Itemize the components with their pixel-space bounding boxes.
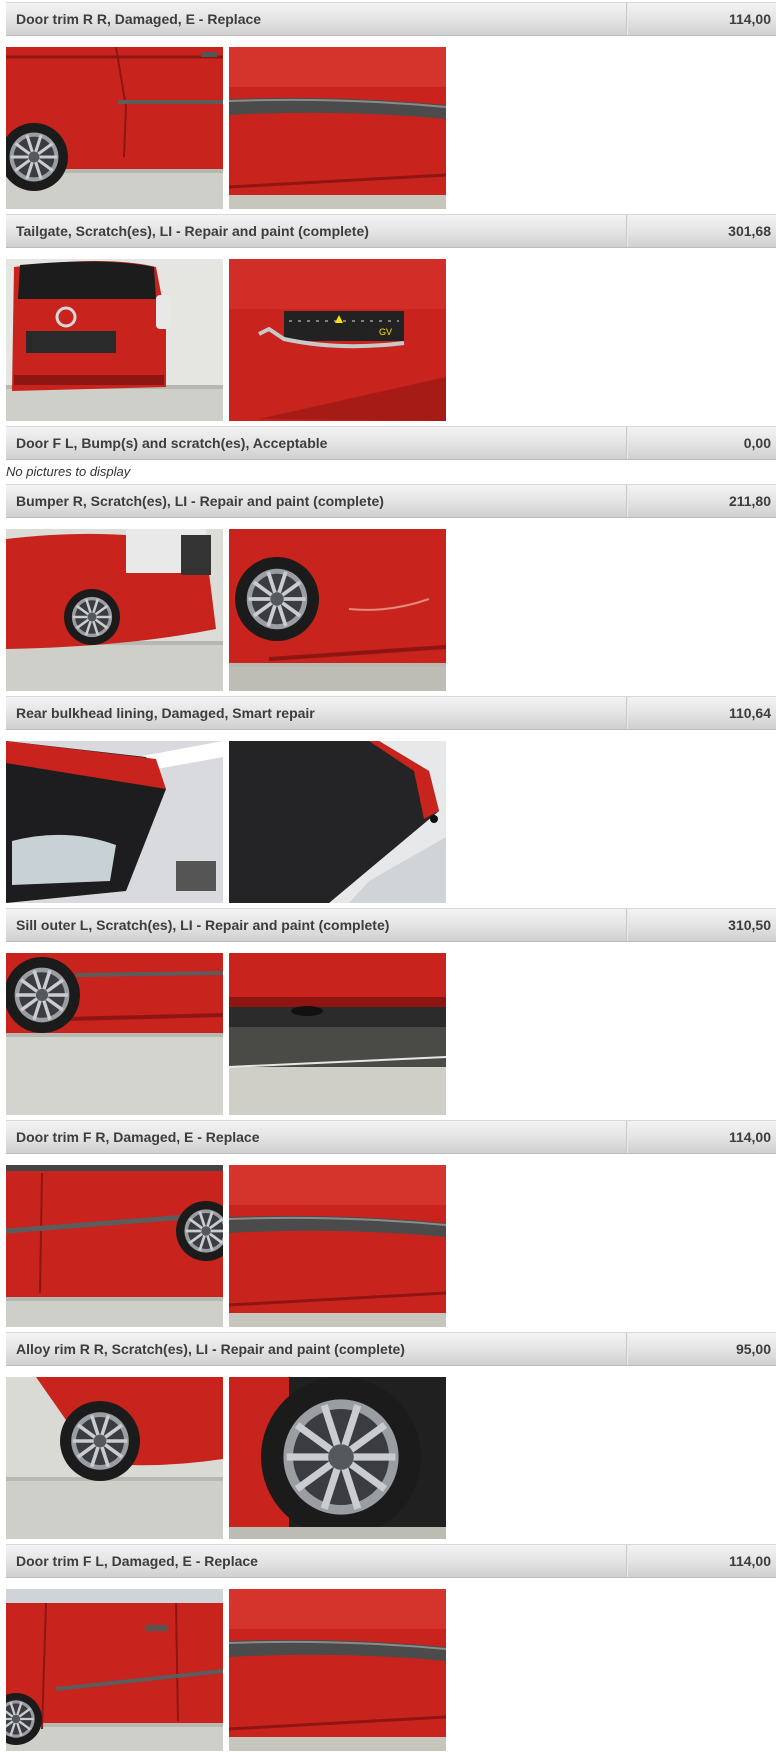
damage-item-header: Door trim F L, Damaged, E - Replace 114,0… [6, 1544, 776, 1578]
damage-description: Rear bulkhead lining, Damaged, Smart rep… [16, 705, 315, 721]
repair-cost: 0,00 [743, 435, 771, 451]
damage-photo [6, 1589, 223, 1751]
damage-photo [229, 741, 446, 903]
damage-photo-thumbnail[interactable]: GV [229, 259, 446, 421]
damage-item-header: Bumper R, Scratch(es), LI - Repair and p… [6, 484, 776, 518]
damage-description: Door F L, Bump(s) and scratch(es), Accep… [16, 435, 328, 451]
column-divider [626, 909, 628, 941]
damage-photo-thumbnail[interactable] [6, 259, 223, 421]
column-divider [626, 1545, 628, 1577]
damage-item-header: Alloy rim R R, Scratch(es), LI - Repair … [6, 1332, 776, 1366]
damage-photo [6, 1377, 223, 1539]
damage-photo [6, 1165, 223, 1327]
damage-description: Tailgate, Scratch(es), LI - Repair and p… [16, 223, 369, 239]
damage-photo-thumbnail[interactable] [6, 1589, 223, 1751]
damage-photo-thumbnail[interactable] [6, 741, 223, 903]
damage-photo-thumbnail[interactable] [6, 1377, 223, 1539]
damage-item-header: Tailgate, Scratch(es), LI - Repair and p… [6, 214, 776, 248]
damage-photo [6, 529, 223, 691]
repair-cost: 211,80 [728, 493, 771, 509]
damage-photo [229, 1589, 446, 1751]
damage-photo [229, 953, 446, 1115]
damage-photo [6, 47, 223, 209]
svg-text:GV: GV [379, 327, 392, 337]
column-divider [626, 1333, 628, 1365]
column-divider [626, 427, 628, 459]
repair-cost: 310,50 [728, 917, 771, 933]
damage-photo-thumbnail[interactable] [6, 47, 223, 209]
no-pictures-message: No pictures to display [6, 464, 131, 479]
repair-cost: 301,68 [728, 223, 771, 239]
damage-photo-thumbnail[interactable] [229, 529, 446, 691]
damage-photo [6, 259, 223, 421]
damage-photo [6, 953, 223, 1115]
damage-photo-thumbnail[interactable] [229, 953, 446, 1115]
repair-cost: 114,00 [728, 1553, 771, 1569]
column-divider [626, 3, 628, 35]
damage-description: Bumper R, Scratch(es), LI - Repair and p… [16, 493, 384, 509]
damage-photo [229, 47, 446, 209]
damage-photo-thumbnail[interactable] [6, 953, 223, 1115]
damage-photo: GV [229, 259, 446, 421]
damage-item-header: Door trim R R, Damaged, E - Replace 114,0… [6, 2, 776, 36]
damage-photo-thumbnail[interactable] [6, 1165, 223, 1327]
damage-photo-thumbnail[interactable] [6, 529, 223, 691]
damage-description: Door trim F L, Damaged, E - Replace [16, 1553, 258, 1569]
damage-photo [229, 1377, 446, 1539]
damage-description: Alloy rim R R, Scratch(es), LI - Repair … [16, 1341, 405, 1357]
damage-photo-thumbnail[interactable] [229, 741, 446, 903]
repair-cost: 114,00 [728, 1129, 771, 1145]
damage-description: Door trim R R, Damaged, E - Replace [16, 11, 262, 27]
column-divider [626, 215, 628, 247]
damage-item-header: Rear bulkhead lining, Damaged, Smart rep… [6, 696, 776, 730]
damage-photo [6, 741, 223, 903]
damage-photo-thumbnail[interactable] [229, 1165, 446, 1327]
damage-description: Sill outer L, Scratch(es), LI - Repair a… [16, 917, 390, 933]
damage-item-header: Sill outer L, Scratch(es), LI - Repair a… [6, 908, 776, 942]
column-divider [626, 697, 628, 729]
damage-photo-thumbnail[interactable] [229, 1589, 446, 1751]
damage-photo-thumbnail[interactable] [229, 1377, 446, 1539]
damage-photo [229, 529, 446, 691]
repair-cost: 95,00 [735, 1341, 771, 1357]
damage-item-header: Door F L, Bump(s) and scratch(es), Accep… [6, 426, 776, 460]
damage-photo [229, 1165, 446, 1327]
column-divider [626, 485, 628, 517]
damage-photo-thumbnail[interactable] [229, 47, 446, 209]
damage-item-header: Door trim F R, Damaged, E - Replace 114,0… [6, 1120, 776, 1154]
column-divider [626, 1121, 628, 1153]
repair-cost: 110,64 [728, 705, 771, 721]
damage-description: Door trim F R, Damaged, E - Replace [16, 1129, 260, 1145]
repair-cost: 114,00 [728, 11, 771, 27]
